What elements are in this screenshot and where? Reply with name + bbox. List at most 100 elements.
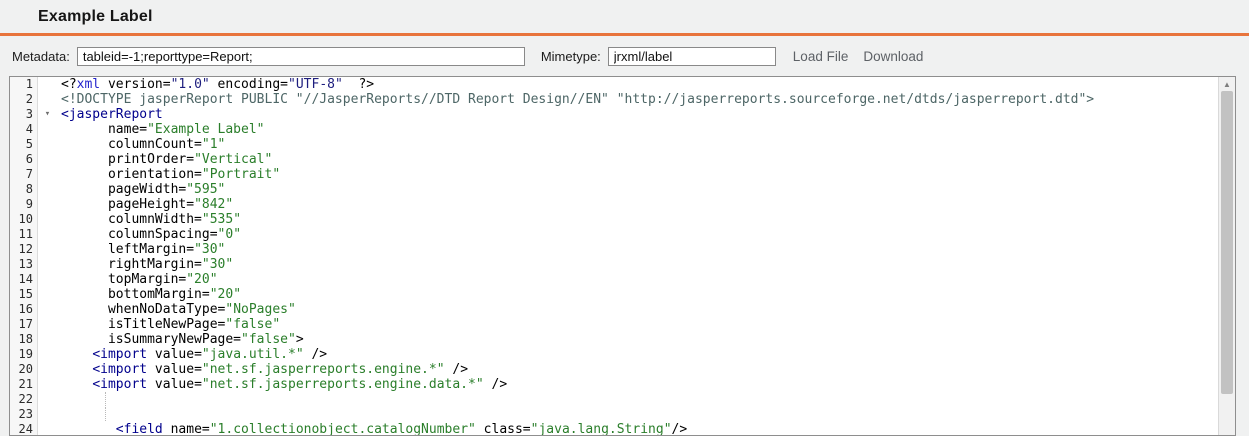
vertical-scrollbar[interactable]: ▲: [1218, 77, 1235, 435]
code-line: 11 columnSpacing="0": [10, 227, 1218, 242]
line-number: 12: [10, 242, 38, 257]
line-number: 11: [10, 227, 38, 242]
code-text[interactable]: columnCount="1": [57, 137, 1218, 152]
fold-gutter: [38, 317, 57, 332]
code-text[interactable]: whenNoDataType="NoPages": [57, 302, 1218, 317]
code-text[interactable]: pageWidth="595": [57, 182, 1218, 197]
code-line: 19 <import value="java.util.*" />: [10, 347, 1218, 362]
code-text[interactable]: topMargin="20": [57, 272, 1218, 287]
code-line: 15 bottomMargin="20": [10, 287, 1218, 302]
code-area[interactable]: 1 <?xml version="1.0" encoding="UTF-8" ?>…: [10, 77, 1218, 435]
code-editor[interactable]: 1 <?xml version="1.0" encoding="UTF-8" ?>…: [9, 76, 1236, 436]
code-line: 14 topMargin="20": [10, 272, 1218, 287]
line-number: 2: [10, 92, 38, 107]
code-line: 24 <field name="1.collectionobject.catal…: [10, 422, 1218, 435]
fold-gutter: [38, 347, 57, 362]
fold-gutter: [38, 377, 57, 392]
code-line: 4 name="Example Label": [10, 122, 1218, 137]
metadata-input[interactable]: [76, 46, 525, 66]
code-line: 22: [10, 392, 1218, 407]
fold-gutter: [38, 272, 57, 287]
code-line: 18 isSummaryNewPage="false">: [10, 332, 1218, 347]
code-line: 10 columnWidth="535": [10, 212, 1218, 227]
code-text[interactable]: bottomMargin="20": [57, 287, 1218, 302]
line-number: 4: [10, 122, 38, 137]
code-text[interactable]: leftMargin="30": [57, 242, 1218, 257]
indent-guide: [105, 392, 106, 406]
code-line: 12 leftMargin="30": [10, 242, 1218, 257]
title-bar: Example Label: [0, 0, 1249, 33]
scroll-up-icon[interactable]: ▲: [1219, 77, 1235, 92]
fold-gutter: [38, 242, 57, 257]
fold-gutter: [38, 287, 57, 302]
line-number: 8: [10, 182, 38, 197]
toolbar: Metadata: Mimetype: Load File Download: [0, 36, 1249, 76]
code-text[interactable]: columnWidth="535": [57, 212, 1218, 227]
code-text[interactable]: <field name="1.collectionobject.catalogN…: [57, 422, 1218, 435]
code-text[interactable]: [57, 407, 1218, 422]
fold-gutter: [38, 122, 57, 137]
line-number: 13: [10, 257, 38, 272]
fold-arrow-icon[interactable]: ▾: [38, 107, 57, 122]
fold-gutter: [38, 92, 57, 107]
line-number: 3: [10, 107, 38, 122]
code-line: 3 ▾ <jasperReport: [10, 107, 1218, 122]
fold-gutter: [38, 197, 57, 212]
code-line: 16 whenNoDataType="NoPages": [10, 302, 1218, 317]
fold-gutter: [38, 137, 57, 152]
code-text[interactable]: <import value="java.util.*" />: [57, 347, 1218, 362]
line-number: 23: [10, 407, 38, 422]
line-number: 19: [10, 347, 38, 362]
fold-gutter: [38, 407, 57, 422]
code-line: 13 rightMargin="30": [10, 257, 1218, 272]
line-number: 5: [10, 137, 38, 152]
line-number: 14: [10, 272, 38, 287]
code-text[interactable]: columnSpacing="0": [57, 227, 1218, 242]
indent-guide: [105, 407, 106, 421]
code-text[interactable]: <?xml version="1.0" encoding="UTF-8" ?>: [57, 77, 1218, 92]
download-button[interactable]: Download: [863, 49, 923, 64]
fold-gutter: [38, 77, 57, 92]
fold-gutter: [38, 392, 57, 407]
fold-gutter: [38, 167, 57, 182]
line-number: 20: [10, 362, 38, 377]
code-text[interactable]: rightMargin="30": [57, 257, 1218, 272]
code-line: 6 printOrder="Vertical": [10, 152, 1218, 167]
code-text[interactable]: pageHeight="842": [57, 197, 1218, 212]
fold-gutter: [38, 362, 57, 377]
line-number: 6: [10, 152, 38, 167]
code-line: 20 <import value="net.sf.jasperreports.e…: [10, 362, 1218, 377]
line-number: 18: [10, 332, 38, 347]
code-text[interactable]: <import value="net.sf.jasperreports.engi…: [57, 377, 1218, 392]
line-number: 9: [10, 197, 38, 212]
line-number: 10: [10, 212, 38, 227]
code-text[interactable]: isSummaryNewPage="false">: [57, 332, 1218, 347]
code-line: 8 pageWidth="595": [10, 182, 1218, 197]
metadata-label: Metadata:: [12, 48, 70, 64]
page-title: Example Label: [38, 7, 153, 25]
line-number: 16: [10, 302, 38, 317]
code-line: 21 <import value="net.sf.jasperreports.e…: [10, 377, 1218, 392]
code-line: 2 <!DOCTYPE jasperReport PUBLIC "//Jasper…: [10, 92, 1218, 107]
code-line: 9 pageHeight="842": [10, 197, 1218, 212]
line-number: 21: [10, 377, 38, 392]
code-text[interactable]: name="Example Label": [57, 122, 1218, 137]
mimetype-label: Mimetype:: [540, 48, 601, 64]
load-file-button[interactable]: Load File: [793, 49, 849, 64]
fold-gutter: [38, 422, 57, 435]
code-text[interactable]: <!DOCTYPE jasperReport PUBLIC "//JasperR…: [57, 92, 1218, 107]
fold-gutter: [38, 302, 57, 317]
mimetype-input[interactable]: [607, 46, 776, 66]
code-line: 5 columnCount="1": [10, 137, 1218, 152]
scrollbar-thumb[interactable]: [1221, 91, 1233, 394]
code-text[interactable]: [57, 392, 1218, 407]
fold-gutter: [38, 332, 57, 347]
code-text[interactable]: isTitleNewPage="false": [57, 317, 1218, 332]
line-number: 7: [10, 167, 38, 182]
fold-gutter: [38, 152, 57, 167]
code-text[interactable]: <import value="net.sf.jasperreports.engi…: [57, 362, 1218, 377]
code-text[interactable]: <jasperReport: [57, 107, 1218, 122]
line-number: 22: [10, 392, 38, 407]
code-text[interactable]: orientation="Portrait": [57, 167, 1218, 182]
code-text[interactable]: printOrder="Vertical": [57, 152, 1218, 167]
